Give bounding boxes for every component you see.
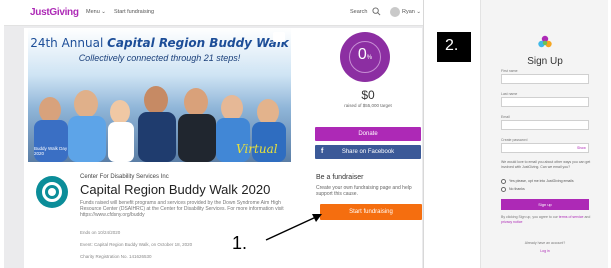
page-description: Funds raised will benefit programs and s… [80, 200, 284, 218]
charity-logo[interactable] [36, 176, 68, 208]
campaign-card: 24th Annual Capital Region Buddy Walk Co… [24, 28, 422, 268]
amount-raised: $0 [361, 88, 375, 102]
signup-submit-button[interactable]: Sign up [501, 199, 589, 210]
gallery-icon[interactable] [273, 32, 285, 42]
justgiving-logo[interactable]: JustGiving [30, 7, 79, 18]
share-facebook-label: Share on Facebook [341, 149, 395, 155]
justgiving-page: JustGiving Menu ⌄ Start fundraising Sear… [4, 0, 424, 268]
hero-title: 24th Annual Capital Region Buddy Walk [28, 36, 291, 50]
opt-in-no-label: No thanks [509, 187, 525, 191]
show-password-toggle[interactable]: Show [577, 146, 586, 150]
be-a-fundraiser-heading: Be a fundraiser [316, 174, 364, 181]
top-navbar: JustGiving Menu ⌄ Start fundraising Sear… [4, 0, 423, 26]
user-menu[interactable]: Ryan ⌄ [402, 9, 421, 15]
marketing-note: We would love to email you about other w… [501, 160, 591, 169]
target-text: raised of $55,000 target [344, 103, 392, 108]
login-link[interactable]: Log in [481, 249, 609, 253]
hero-title-emph: Capital Region Buddy Walk [107, 36, 289, 50]
terms-link[interactable]: terms of service [559, 215, 584, 219]
screenshot-stage: JustGiving Menu ⌄ Start fundraising Sear… [0, 0, 611, 268]
privacy-link[interactable]: privacy notice [501, 220, 522, 224]
facebook-icon: f [321, 148, 324, 155]
signup-title: Sign Up [527, 56, 563, 67]
virtual-badge: Virtual [236, 142, 278, 156]
charity-registration: Charity Registration No. 141626530 [80, 254, 152, 259]
terms-prefix: By clicking Sign up, you agree to our [501, 215, 559, 219]
hero-title-prefix: 24th Annual [30, 36, 108, 50]
page-title: Capital Region Buddy Walk 2020 [80, 182, 271, 197]
last-name-label: Last name [501, 92, 518, 96]
step-1-label: 1. [224, 225, 264, 263]
terms-text: By clicking Sign up, you agree to our te… [501, 215, 591, 224]
email-field[interactable] [501, 120, 589, 130]
start-fundraising-link[interactable]: Start fundraising [114, 9, 154, 15]
first-name-field[interactable] [501, 74, 589, 84]
password-field[interactable] [501, 143, 589, 153]
search-link[interactable]: Search [350, 9, 367, 15]
share-facebook-button[interactable]: f Share on Facebook [315, 145, 421, 159]
opt-in-yes-label: Yes please, opt me into JustGiving email… [509, 179, 574, 183]
have-account-text: Already have an account? [524, 241, 566, 245]
opt-in-no-radio[interactable] [501, 187, 506, 192]
donate-button[interactable]: Donate [315, 127, 421, 141]
start-fundraising-button[interactable]: Start fundraising [320, 204, 422, 220]
progress-donut: 0% [340, 32, 390, 82]
hero-image: 24th Annual Capital Region Buddy Walk Co… [28, 28, 291, 162]
progress-percent: 0% [357, 46, 373, 63]
search-icon[interactable] [372, 7, 381, 16]
be-a-fundraiser-description: Create your own fundraising page and hel… [316, 185, 412, 197]
step-2-label: 2. [437, 32, 471, 62]
page-event: Event: Capital Region Buddy Walk, on Oct… [80, 242, 193, 247]
charity-logo-dot [48, 188, 56, 196]
page-end-date: Ends on 10/24/2020 [80, 230, 121, 235]
charity-name[interactable]: Center For Disability Services Inc [80, 174, 169, 180]
hero-caption: Buddy Walk Day 2020 [34, 146, 68, 156]
menu-link[interactable]: Menu ⌄ [86, 9, 106, 15]
first-name-label: First name [501, 69, 518, 73]
opt-in-yes-radio[interactable] [501, 179, 506, 184]
terms-and: and [583, 215, 591, 219]
password-label: Create password [501, 138, 528, 142]
email-label: Email [501, 115, 510, 119]
justgiving-logo-icon [538, 35, 552, 48]
signup-panel: Sign Up First name Last name Email Creat… [480, 0, 608, 268]
hero-subtitle: Collectively connected through 21 steps! [78, 53, 241, 63]
user-avatar[interactable] [390, 7, 400, 17]
last-name-field[interactable] [501, 97, 589, 107]
